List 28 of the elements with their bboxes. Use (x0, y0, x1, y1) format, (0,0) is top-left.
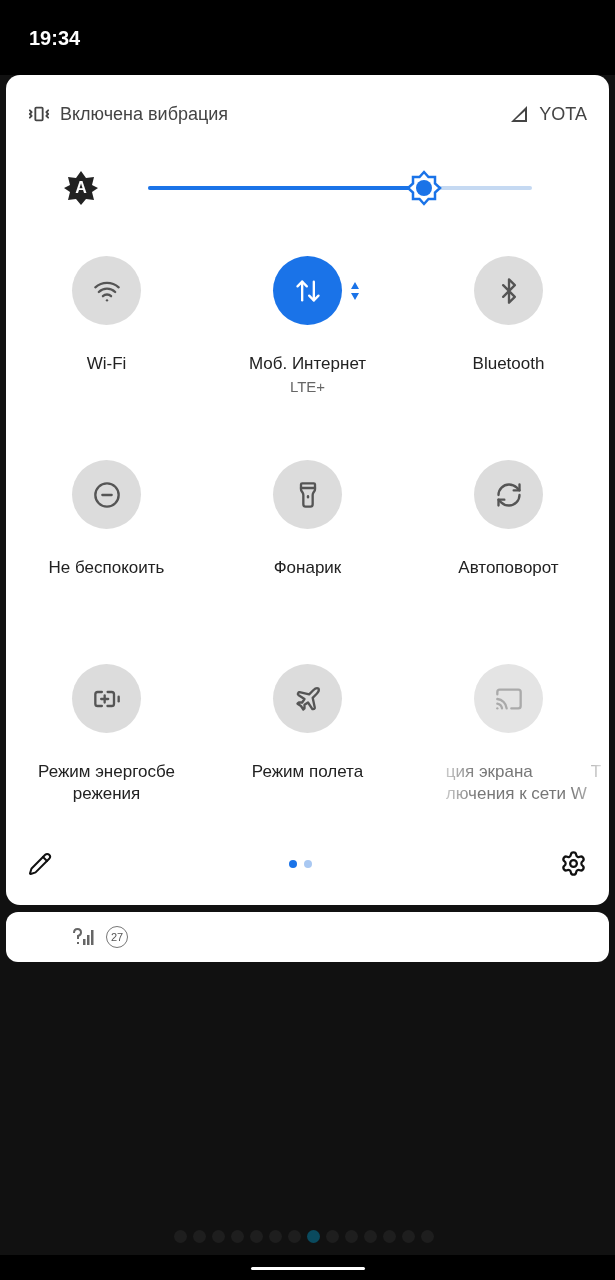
tile-label: ция экрана (445, 761, 533, 783)
settings-button[interactable] (560, 850, 587, 877)
tile-label: Т (590, 761, 602, 783)
carrier-name: YOTA (539, 103, 587, 125)
ringer-mode-text: Включена вибрация (60, 103, 229, 125)
edit-button[interactable] (28, 851, 52, 876)
signal-icon (509, 104, 530, 124)
dropdown-icon[interactable] (350, 280, 360, 302)
tile-label: Не беспокоить (48, 557, 165, 579)
clock: 19:34 (29, 26, 81, 50)
tile-label: Bluetooth (472, 353, 545, 375)
tile-label: лючения к сети W (445, 783, 587, 805)
tile-label: Режим энергосбе (38, 761, 175, 783)
airplane-icon (293, 684, 322, 713)
tile-label: Автоповорот (458, 557, 559, 579)
tile-label: Моб. Интернет (248, 353, 367, 375)
tile-label: Wi-Fi (86, 353, 127, 375)
auto-brightness-icon[interactable]: A (63, 170, 99, 206)
tile-label: Режим полета (251, 761, 364, 783)
tile-label: режения (72, 783, 141, 805)
minus-circle-icon (92, 480, 121, 509)
rotate-icon (494, 480, 523, 509)
home-handle[interactable] (250, 1267, 365, 1270)
tile-label: Фонарик (273, 557, 342, 579)
tile-sublabel: LTE+ (289, 378, 326, 395)
no-signal-icon (72, 928, 94, 946)
slider-thumb[interactable] (406, 170, 443, 206)
notification-card[interactable]: 27 (6, 912, 609, 962)
